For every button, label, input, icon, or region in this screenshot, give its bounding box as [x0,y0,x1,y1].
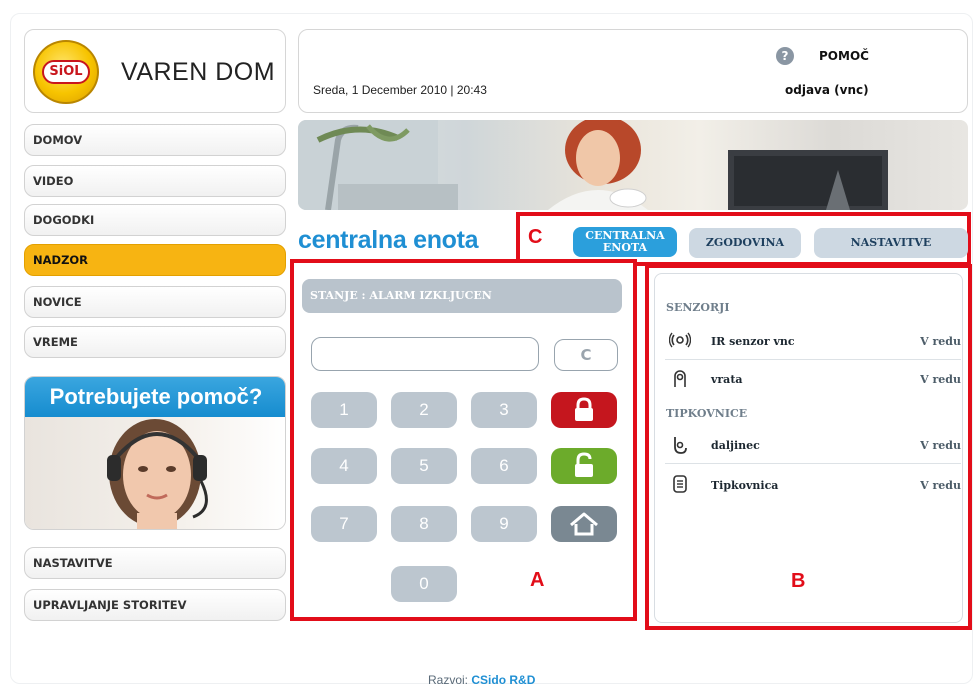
tab-centralna-enota[interactable]: CENTRALNA ENOTA [573,227,677,257]
lock-open-icon [575,452,593,477]
key-1[interactable]: 1 [311,392,377,428]
sidebar-item-nastavitve[interactable]: NASTAVITVE [24,547,286,579]
tab-zgodovina[interactable]: ZGODOVINA [689,228,801,258]
key-0[interactable]: 0 [391,566,457,602]
help-link[interactable]: POMOČ [819,49,869,63]
key-4[interactable]: 4 [311,448,377,484]
key-2[interactable]: 2 [391,392,457,428]
sensor-row[interactable]: vrata V redu [665,362,961,398]
ir-sensor-icon [669,332,691,348]
arm-button[interactable] [551,392,617,428]
key-8[interactable]: 8 [391,506,457,542]
footer-developer-link[interactable]: CSido R&D [471,673,535,684]
sensor-name: vrata [711,373,743,386]
sensor-name: Tipkovnica [711,479,779,492]
site-title: VAREN DOM [121,58,276,86]
annotation-label-b: B [791,570,806,592]
key-7[interactable]: 7 [311,506,377,542]
sensor-name: IR senzor vnc [711,335,795,348]
help-icon[interactable]: ? [776,47,794,65]
sensor-status: V redu [920,373,961,386]
key-5[interactable]: 5 [391,448,457,484]
promo-title: Potrebujete pomoč? [25,377,285,417]
disarm-button[interactable] [551,448,617,484]
sensor-row[interactable]: Tipkovnica V redu [665,468,961,504]
sensor-row[interactable]: IR senzor vnc V redu [665,324,961,360]
siol-logo: SiOL [33,40,99,104]
sidebar-item-nadzor[interactable]: NADZOR [24,244,286,276]
sensor-status: V redu [920,439,961,452]
current-datetime: Sreda, 1 December 2010 | 20:43 [313,83,487,97]
annotation-label-c: C [528,226,543,248]
keypad-icon [673,475,687,493]
sidebar-item-dogodki[interactable]: DOGODKI [24,204,286,236]
keypad-panel: STANJE : ALARM IZKLJUCEN C 1 2 3 4 5 6 7… [290,259,637,621]
sensor-panel: SENZORJI IR senzor vnc V redu vrata V re… [645,264,972,630]
key-9[interactable]: 9 [471,506,537,542]
sidebar-item-vreme[interactable]: VREME [24,326,286,358]
promo-photo [25,417,285,529]
door-sensor-icon [674,370,686,387]
group-label-senzorji: SENZORJI [666,301,730,314]
tab-nastavitve[interactable]: NASTAVITVE [814,228,968,258]
key-3[interactable]: 3 [471,392,537,428]
sidebar-item-domov[interactable]: DOMOV [24,124,286,156]
key-6[interactable]: 6 [471,448,537,484]
footer-prefix: Razvoj: [428,673,469,684]
logout-link[interactable]: odjava (vnc) [785,83,869,97]
alarm-status: STANJE : ALARM IZKLJUCEN [302,279,622,313]
group-label-tipkovnice: TIPKOVNICE [666,407,748,420]
sensor-status: V redu [920,335,961,348]
clear-button[interactable]: C [554,339,618,371]
sidebar-item-novice[interactable]: NOVICE [24,286,286,318]
sensor-name: daljinec [711,439,760,452]
home-mode-button[interactable] [551,506,617,542]
sensor-row[interactable]: daljinec V redu [665,428,961,464]
logo-box[interactable]: SiOL VAREN DOM [24,29,286,113]
sensor-status: V redu [920,479,961,492]
annotation-label-a: A [530,569,545,591]
header-bar: Sreda, 1 December 2010 | 20:43 ? POMOČ o… [298,29,968,113]
sidebar-item-upravljanje-storitev[interactable]: UPRAVLJANJE STORITEV [24,589,286,621]
help-promo[interactable]: Potrebujete pomoč? [24,376,286,530]
footer-credit: Razvoj: CSido R&D [428,673,535,684]
lock-closed-icon [575,397,593,421]
code-input[interactable] [311,337,539,371]
home-icon [570,512,598,536]
page-title: centralna enota [298,226,479,254]
siol-logo-text: SiOL [42,60,90,84]
sidebar-item-video[interactable]: VIDEO [24,165,286,197]
remote-icon [674,437,687,454]
banner-image [298,120,968,210]
